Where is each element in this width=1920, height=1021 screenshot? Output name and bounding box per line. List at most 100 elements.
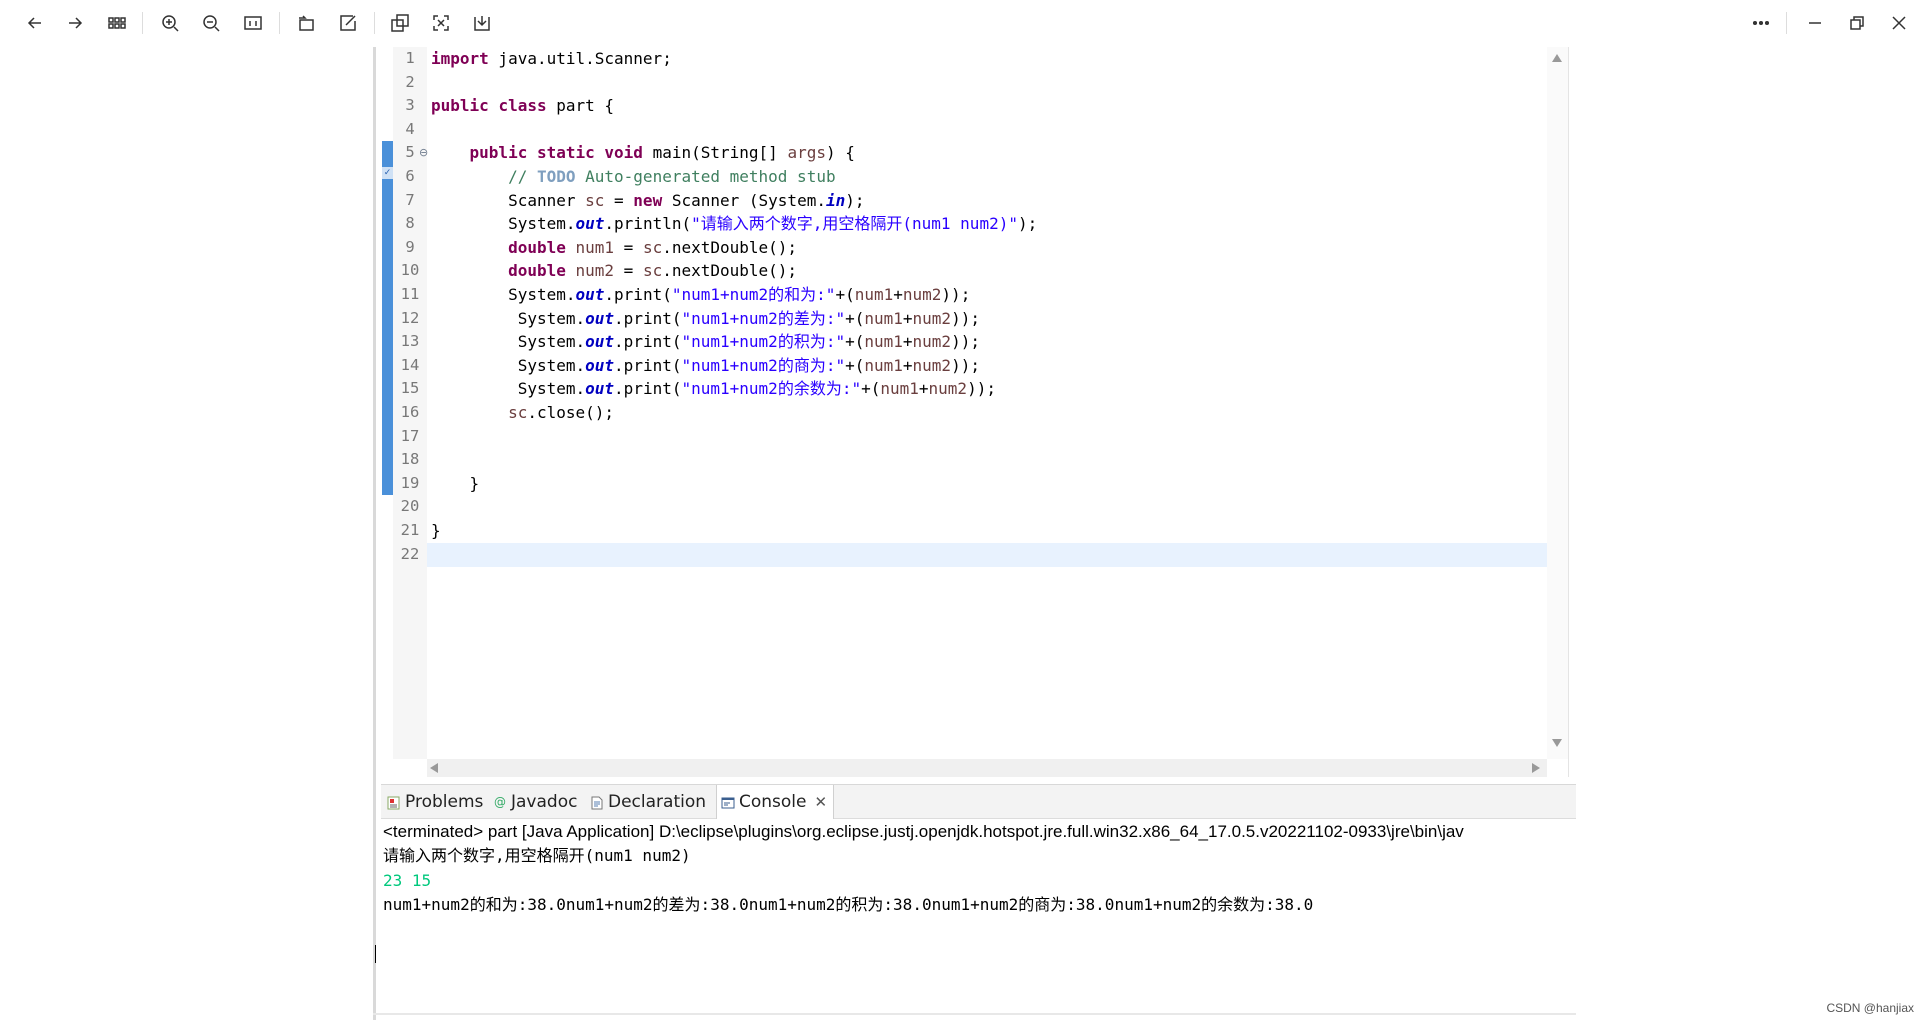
- code-line-8: System.out.println("请输入两个数字,用空格隔开(num1 n…: [431, 212, 1037, 236]
- close-tab-icon[interactable]: ✕: [815, 793, 828, 811]
- scroll-down-icon[interactable]: [1552, 739, 1562, 747]
- tab-label: Declaration: [608, 791, 707, 812]
- string-literal: "num1+num2的积为:": [681, 332, 846, 352]
- back-icon[interactable]: [22, 10, 48, 36]
- current-line-highlight: [427, 543, 1547, 567]
- tab-javadoc[interactable]: @ Javadoc: [489, 785, 577, 818]
- rotate-icon[interactable]: [293, 10, 319, 36]
- line-number: 14: [400, 355, 420, 374]
- code-text: Scanner (System.: [662, 190, 826, 210]
- tab-console[interactable]: Console ✕: [716, 785, 835, 819]
- code-text: java.util.Scanner;: [488, 49, 672, 68]
- code-text: +(: [845, 332, 865, 352]
- code-text: .print(: [604, 285, 672, 304]
- code-line-13: System.out.print("num1+num2的积为:"+(num1+n…: [431, 330, 980, 354]
- more-icon[interactable]: [1748, 10, 1774, 36]
- zoom-out-icon[interactable]: [198, 10, 224, 36]
- tab-declaration[interactable]: Declaration: [586, 785, 706, 818]
- download-icon[interactable]: [469, 10, 495, 36]
- code-line-9: double num1 = sc.nextDouble();: [431, 236, 797, 260]
- grid-view-icon[interactable]: [104, 10, 130, 36]
- console-output-result: num1+num2的和为:38.0num1+num2的差为:38.0num1+n…: [383, 895, 1314, 914]
- close-icon[interactable]: [1886, 10, 1912, 36]
- code-text: +(: [845, 308, 865, 328]
- tab-problems[interactable]: Problems: [383, 785, 483, 818]
- scroll-left-icon[interactable]: [430, 763, 438, 773]
- code-text: ));: [941, 285, 971, 304]
- edit-icon[interactable]: [335, 10, 361, 36]
- code-text: System.: [508, 214, 576, 234]
- keyword: void: [604, 143, 643, 163]
- code-area[interactable]: import java.util.Scanner; public class p…: [427, 47, 1547, 759]
- line-number: 19: [400, 473, 420, 492]
- copy-icon[interactable]: [387, 10, 413, 36]
- line-number: 12: [400, 308, 420, 327]
- line-number: 11: [400, 285, 420, 303]
- tab-label: Problems: [405, 791, 484, 812]
- code-text: System.: [517, 332, 586, 352]
- horizontal-scrollbar[interactable]: [427, 759, 1547, 777]
- code-text: .nextDouble();: [662, 261, 798, 281]
- minimize-icon[interactable]: [1802, 10, 1828, 36]
- static-field: out: [585, 332, 615, 352]
- line-number: 20: [400, 497, 420, 516]
- line-number: 13: [400, 332, 420, 351]
- code-line-16: sc.close();: [431, 401, 614, 425]
- variable: num1: [864, 332, 903, 352]
- static-field: out: [585, 355, 615, 375]
- code-line-3: public class part {: [431, 94, 614, 118]
- line-number: 2: [405, 72, 415, 91]
- line-number: 15: [400, 379, 420, 398]
- code-line-12: System.out.print("num1+num2的差为:"+(num1+n…: [431, 307, 980, 331]
- fit-screen-icon[interactable]: [428, 10, 454, 36]
- code-text: ));: [951, 308, 980, 328]
- variable: num1: [575, 237, 615, 257]
- code-text: +: [893, 285, 903, 304]
- tab-label: Console: [739, 792, 807, 812]
- window-border: [373, 47, 376, 1020]
- code-line-1: import java.util.Scanner;: [431, 47, 672, 71]
- declaration-icon: [590, 795, 604, 809]
- code-line-19: }: [431, 472, 480, 496]
- forward-icon[interactable]: [62, 10, 88, 36]
- code-line-15: System.out.print("num1+num2的余数为:"+(num1+…: [431, 377, 996, 401]
- zoom-in-icon[interactable]: [157, 10, 183, 36]
- code-text: =: [614, 261, 643, 281]
- vertical-scrollbar[interactable]: [1547, 47, 1568, 759]
- line-number: 7: [405, 190, 415, 209]
- line-number: 10: [400, 261, 420, 280]
- line-number: 8: [405, 214, 415, 233]
- panel-bottom-edge: [373, 1013, 1576, 1015]
- static-field: out: [585, 308, 615, 328]
- tab-label: Javadoc: [511, 791, 578, 812]
- code-line-5: public static void main(String[] args) {: [431, 141, 855, 165]
- line-number: 17: [400, 426, 420, 445]
- code-text: .print(: [614, 379, 682, 399]
- quick-diff-bar: [382, 141, 393, 495]
- code-text: ));: [951, 355, 980, 375]
- code-text: +: [902, 355, 913, 375]
- todo-tag: TODO: [536, 167, 576, 186]
- string-literal: "num1+num2的和为:": [671, 285, 836, 304]
- text-caret: [375, 945, 376, 963]
- restore-icon[interactable]: [1844, 10, 1870, 36]
- line-number: 6: [405, 167, 415, 185]
- scroll-up-icon[interactable]: [1552, 54, 1562, 62]
- line-number: 18: [400, 450, 420, 469]
- variable: num1: [854, 285, 894, 304]
- comment: //: [508, 167, 537, 186]
- scroll-right-icon[interactable]: [1532, 763, 1540, 773]
- code-text: ));: [967, 379, 996, 399]
- variable: num1: [880, 379, 919, 399]
- code-line-6: // TODO Auto-generated method stub: [431, 165, 836, 189]
- code-text: +: [918, 379, 929, 399]
- code-text: );: [845, 190, 865, 210]
- code-text: +(: [861, 379, 881, 399]
- variable: num1: [864, 355, 903, 375]
- string-literal: "num1+num2的差为:": [681, 308, 846, 328]
- code-text: );: [1017, 214, 1038, 234]
- string-literal: "请输入两个数字,用空格隔开(num1 num2)": [691, 214, 1018, 234]
- actual-size-icon[interactable]: [240, 10, 266, 36]
- code-text: .println(: [604, 214, 692, 234]
- java-editor[interactable]: ✓ 1 2 3 4 5 6 7 8 9 10 11 12 13 14 15 16…: [381, 47, 1569, 777]
